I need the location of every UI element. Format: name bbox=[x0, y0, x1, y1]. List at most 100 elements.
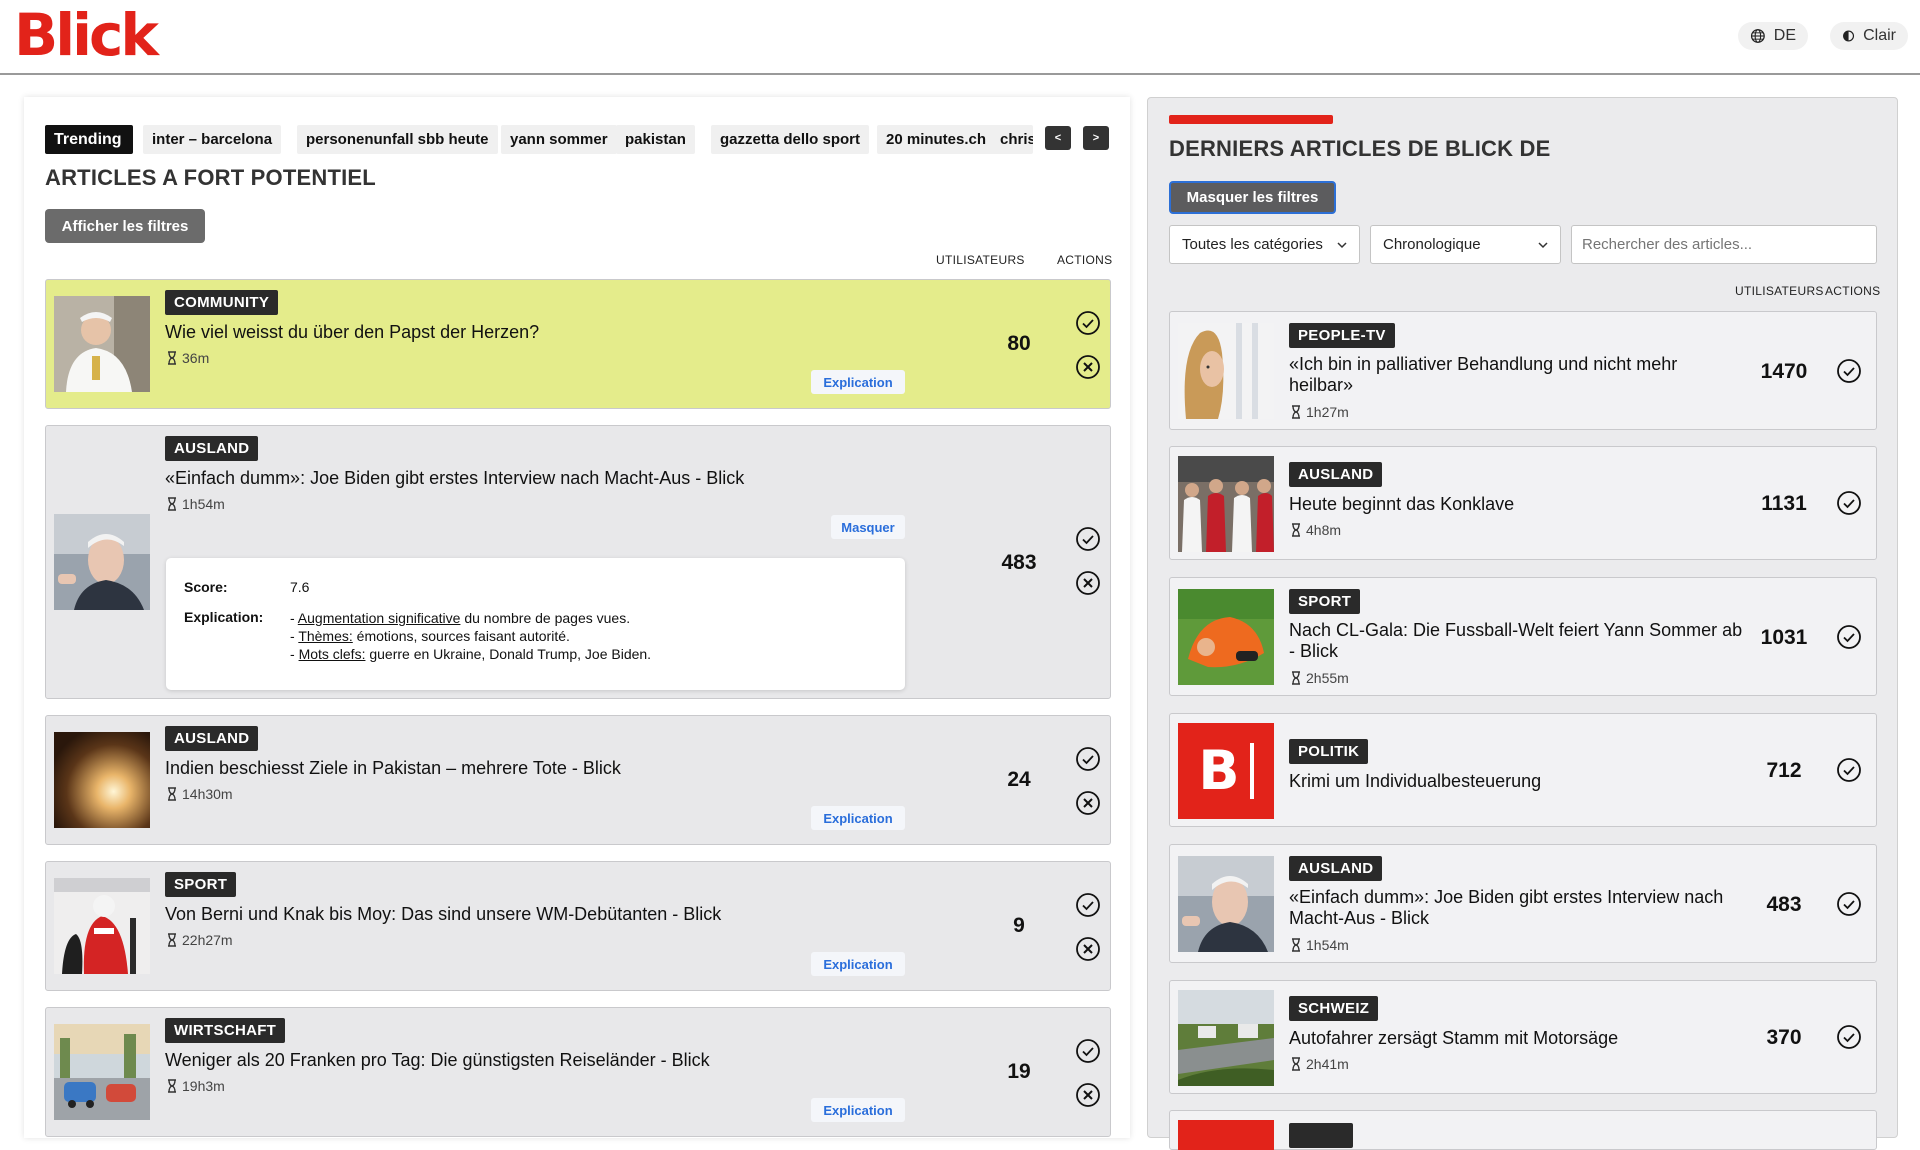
category-select-value: Toutes les catégories bbox=[1182, 236, 1323, 253]
section-title: DERNIERS ARTICLES DE BLICK DE bbox=[1169, 136, 1551, 161]
check-circle-icon[interactable] bbox=[1075, 746, 1101, 772]
check-circle-icon[interactable] bbox=[1836, 490, 1862, 516]
user-count: 483 bbox=[1766, 893, 1802, 916]
user-count: 19 bbox=[1007, 1060, 1031, 1083]
article-thumbnail bbox=[54, 514, 150, 610]
trending-tag[interactable]: inter – barcelona bbox=[143, 125, 282, 154]
article-age: 1h27m bbox=[1291, 404, 1349, 420]
hide-filters-button[interactable]: Masquer les filtres bbox=[1169, 181, 1336, 214]
article-title[interactable]: Krimi um Individualbesteuerung bbox=[1289, 771, 1541, 792]
trending-label[interactable]: Trending bbox=[45, 125, 133, 154]
article-title[interactable]: Von Berni und Knak bis Moy: Das sind uns… bbox=[165, 904, 721, 925]
check-circle-icon[interactable] bbox=[1075, 1038, 1101, 1064]
article-card[interactable]: PEOPLE-TV «Ich bin in palliativer Behand… bbox=[1169, 311, 1877, 430]
order-select[interactable]: Chronologique bbox=[1370, 225, 1561, 264]
check-circle-icon[interactable] bbox=[1836, 358, 1862, 384]
accent-bar bbox=[1169, 115, 1333, 124]
language-switch[interactable]: DE bbox=[1738, 22, 1808, 50]
trending-tag[interactable]: 20 minutes.ch bbox=[877, 125, 996, 154]
article-title[interactable]: Weniger als 20 Franken pro Tag: Die güns… bbox=[165, 1050, 710, 1071]
theme-label: Clair bbox=[1863, 27, 1896, 44]
explanation-panel: Score: 7.6 Explication: - Augmentation s… bbox=[166, 558, 905, 690]
close-circle-icon[interactable] bbox=[1075, 1082, 1101, 1108]
check-circle-icon[interactable] bbox=[1075, 892, 1101, 918]
article-thumbnail bbox=[1178, 990, 1274, 1086]
check-circle-icon[interactable] bbox=[1836, 757, 1862, 783]
users-column-header: UTILISATEURS bbox=[936, 253, 1025, 267]
article-age-label: 1h27m bbox=[1306, 404, 1349, 420]
close-circle-icon[interactable] bbox=[1075, 790, 1101, 816]
article-age: 19h3m bbox=[167, 1078, 225, 1094]
trending-tag[interactable]: personenunfall sbb heute bbox=[297, 125, 498, 154]
user-count: 80 bbox=[1007, 332, 1031, 355]
trending-tag[interactable]: chris bbox=[991, 125, 1033, 154]
explanation-button[interactable]: Explication bbox=[811, 1098, 905, 1122]
high-potential-panel: Trending inter – barcelona personenunfal… bbox=[24, 97, 1130, 1138]
trending-tag[interactable]: yann sommer bbox=[501, 125, 617, 154]
trending-prev-button[interactable]: < bbox=[1045, 126, 1071, 150]
explanation-button[interactable]: Explication bbox=[811, 370, 905, 394]
section-title: ARTICLES A FORT POTENTIEL bbox=[45, 165, 376, 190]
article-card[interactable]: AUSLAND Heute beginnt das Konklave 4h8m … bbox=[1169, 446, 1877, 560]
article-card[interactable]: AUSLAND «Einfach dumm»: Joe Biden gibt e… bbox=[45, 425, 1111, 699]
article-card[interactable] bbox=[1169, 1110, 1877, 1150]
explanation-button[interactable]: Explication bbox=[811, 806, 905, 830]
article-card[interactable]: COMMUNITY Wie viel weisst du über den Pa… bbox=[45, 279, 1111, 409]
article-card[interactable]: AUSLAND «Einfach dumm»: Joe Biden gibt e… bbox=[1169, 844, 1877, 963]
trending-next-button[interactable]: > bbox=[1083, 126, 1109, 150]
actions-column-header: ACTIONS bbox=[1825, 284, 1881, 298]
logo-letter: B bbox=[1198, 739, 1240, 802]
article-card[interactable]: SPORT Von Berni und Knak bis Moy: Das si… bbox=[45, 861, 1111, 991]
article-title[interactable]: «Ich bin in palliativer Behandlung und n… bbox=[1289, 354, 1689, 396]
article-card[interactable]: SCHWEIZ Autofahrer zersägt Stamm mit Mot… bbox=[1169, 980, 1877, 1094]
article-card[interactable]: SPORT Nach CL-Gala: Die Fussball-Welt fe… bbox=[1169, 577, 1877, 696]
category-select[interactable]: Toutes les catégories bbox=[1169, 225, 1360, 264]
category-badge: SPORT bbox=[165, 872, 237, 897]
article-card[interactable]: AUSLAND Indien beschiesst Ziele in Pakis… bbox=[45, 715, 1111, 845]
blick-logo[interactable]: Blick bbox=[14, 4, 159, 66]
explanation-label: Explication: bbox=[184, 609, 264, 625]
hourglass-icon bbox=[168, 1079, 176, 1093]
check-circle-icon[interactable] bbox=[1075, 310, 1101, 336]
explanation-button[interactable]: Explication bbox=[811, 952, 905, 976]
article-title[interactable]: Heute beginnt das Konklave bbox=[1289, 494, 1514, 515]
article-title[interactable]: Indien beschiesst Ziele in Pakistan – me… bbox=[165, 758, 621, 779]
category-badge: COMMUNITY bbox=[165, 290, 279, 315]
article-card[interactable]: B POLITIK Krimi um Individualbesteuerung… bbox=[1169, 713, 1877, 827]
theme-switch[interactable]: Clair bbox=[1830, 22, 1908, 50]
close-circle-icon[interactable] bbox=[1075, 570, 1101, 596]
article-card[interactable]: WIRTSCHAFT Weniger als 20 Franken pro Ta… bbox=[45, 1007, 1111, 1137]
article-title[interactable]: «Einfach dumm»: Joe Biden gibt erstes In… bbox=[165, 468, 744, 489]
article-title[interactable]: Nach CL-Gala: Die Fussball-Welt feiert Y… bbox=[1289, 620, 1749, 662]
search-input[interactable] bbox=[1571, 225, 1877, 264]
article-title[interactable]: Wie viel weisst du über den Papst der He… bbox=[165, 322, 539, 343]
category-badge bbox=[1289, 1123, 1353, 1148]
article-thumbnail bbox=[54, 732, 150, 828]
check-circle-icon[interactable] bbox=[1836, 1024, 1862, 1050]
explanation-line: - Mots clefs: guerre en Ukraine, Donald … bbox=[290, 646, 652, 662]
hide-explanation-button[interactable]: Masquer bbox=[831, 515, 905, 539]
article-thumbnail bbox=[54, 1024, 150, 1120]
article-age-label: 36m bbox=[182, 350, 210, 366]
user-count: 712 bbox=[1766, 759, 1802, 782]
check-circle-icon[interactable] bbox=[1836, 891, 1862, 917]
article-title[interactable]: «Einfach dumm»: Joe Biden gibt erstes In… bbox=[1289, 887, 1749, 929]
user-count: 9 bbox=[1013, 914, 1025, 937]
category-badge: WIRTSCHAFT bbox=[165, 1018, 286, 1043]
logo-divider bbox=[1249, 743, 1254, 799]
hourglass-icon bbox=[1292, 405, 1300, 419]
category-badge: POLITIK bbox=[1289, 739, 1369, 764]
close-circle-icon[interactable] bbox=[1075, 354, 1101, 380]
article-age-label: 14h30m bbox=[182, 786, 233, 802]
score-label: Score: bbox=[184, 579, 228, 595]
article-title[interactable]: Autofahrer zersägt Stamm mit Motorsäge bbox=[1289, 1028, 1618, 1049]
close-circle-icon[interactable] bbox=[1075, 936, 1101, 962]
article-thumbnail bbox=[1178, 456, 1274, 552]
show-filters-button[interactable]: Afficher les filtres bbox=[45, 209, 205, 243]
article-age-label: 2h41m bbox=[1306, 1056, 1349, 1072]
check-circle-icon[interactable] bbox=[1836, 624, 1862, 650]
trending-tag[interactable]: pakistan bbox=[616, 125, 695, 154]
check-circle-icon[interactable] bbox=[1075, 526, 1101, 552]
trending-tag[interactable]: gazzetta dello sport bbox=[711, 125, 870, 154]
category-badge: AUSLAND bbox=[165, 436, 259, 461]
